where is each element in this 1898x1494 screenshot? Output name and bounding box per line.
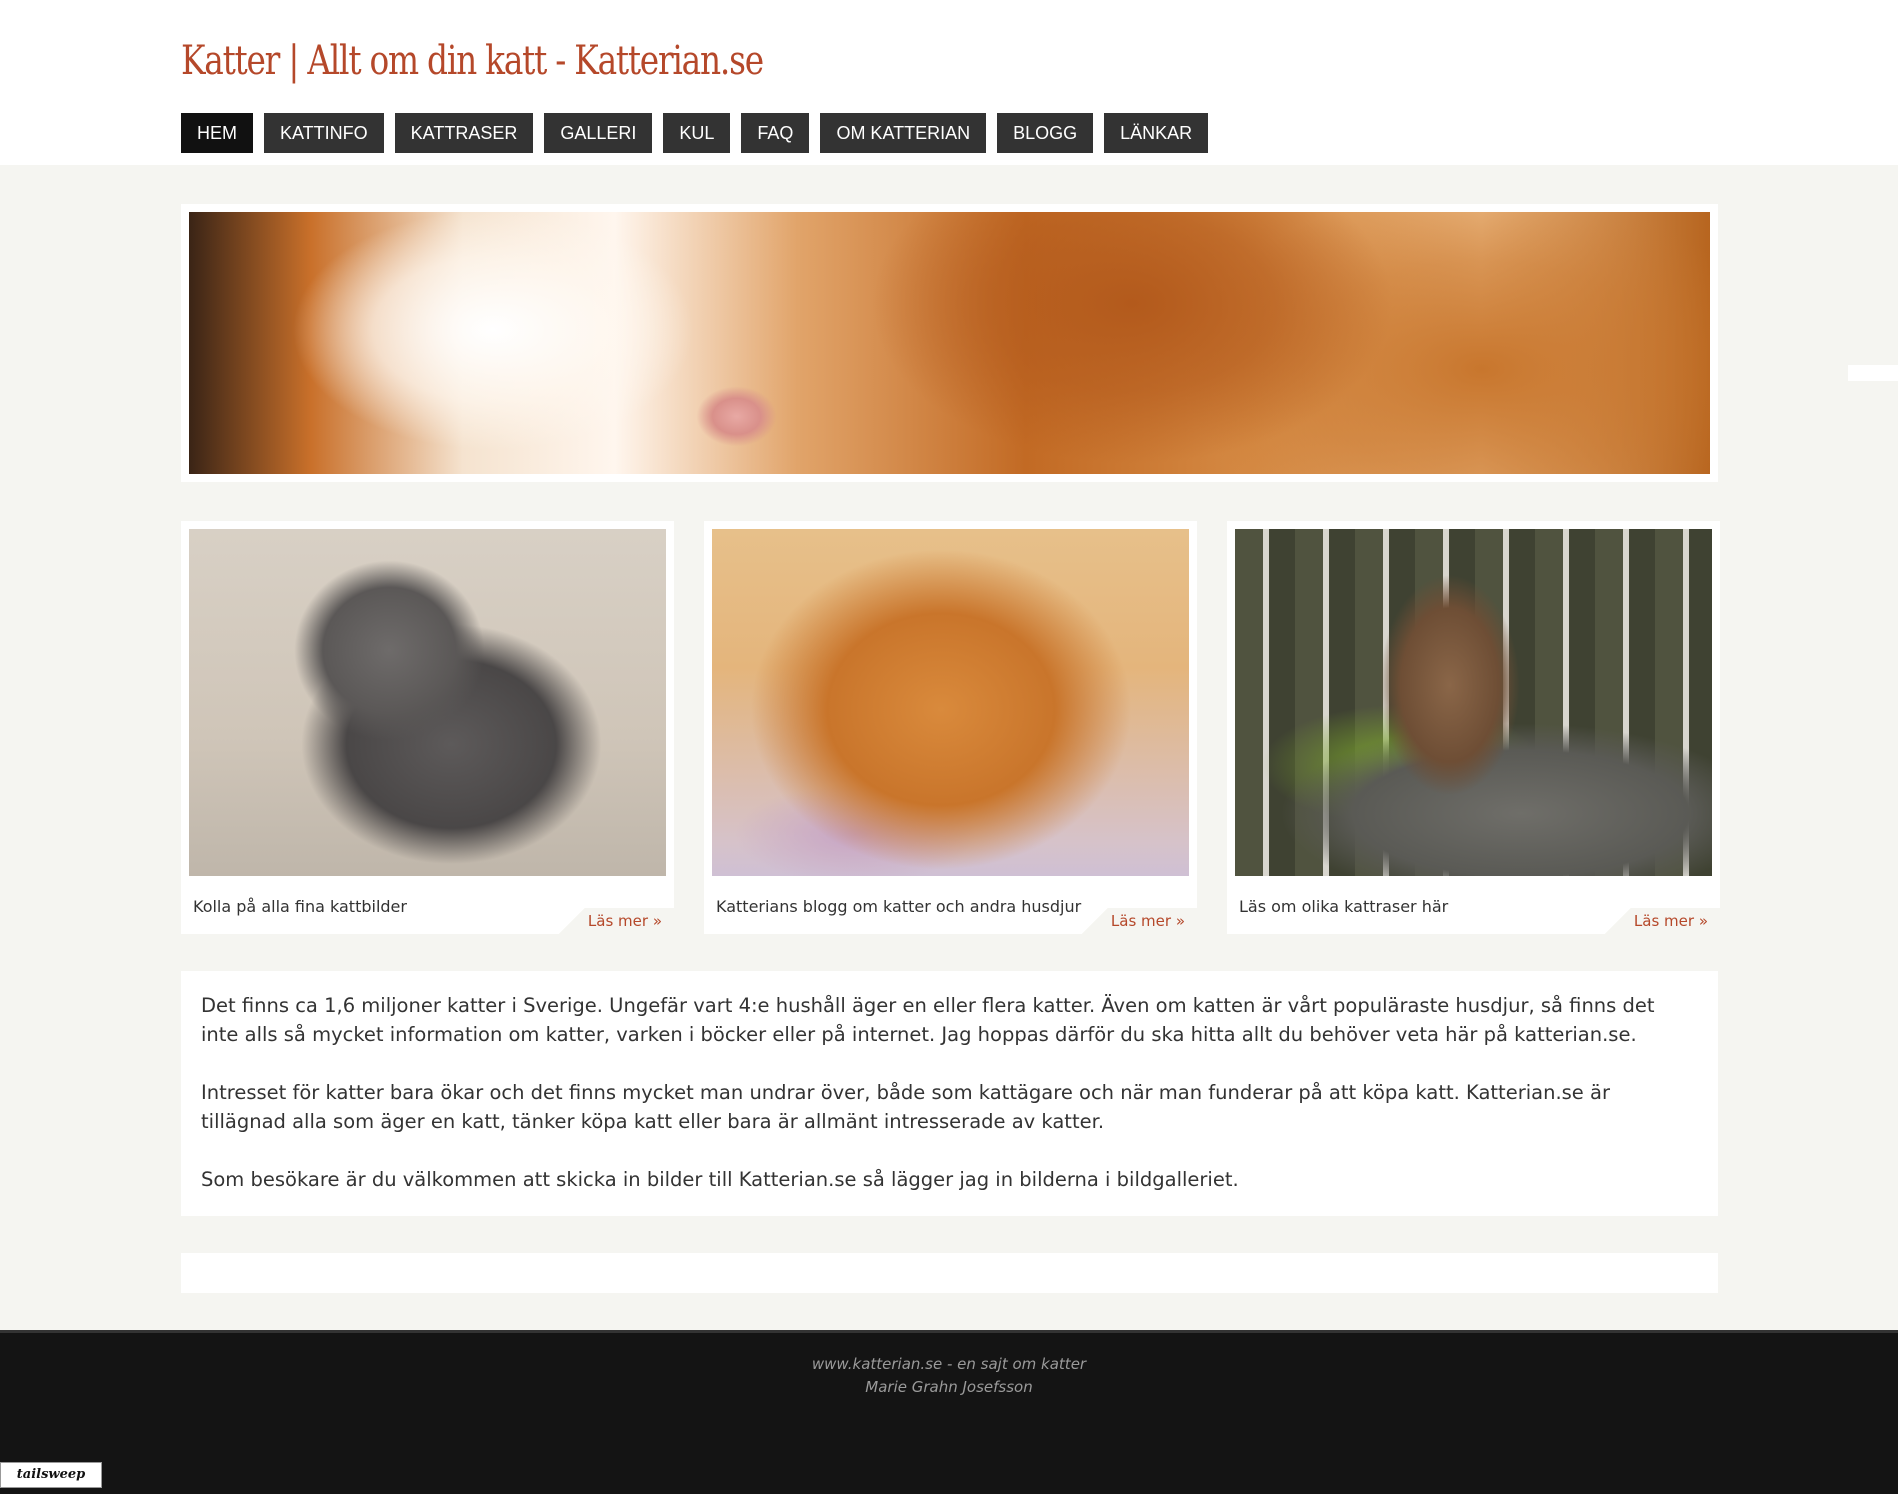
site-header: Katter | Allt om din katt - Katterian.se…: [0, 0, 1898, 165]
site-footer: www.katterian.se - en sajt om katter Mar…: [0, 1330, 1898, 1494]
nav-item-hem[interactable]: HEM: [181, 113, 253, 153]
card-caption: Katterians blogg om katter och andra hus…: [716, 897, 1082, 916]
card-caption: Läs om olika kattraser här: [1239, 897, 1449, 916]
intro-paragraph: Det finns ca 1,6 miljoner katter i Sveri…: [201, 994, 1655, 1046]
intro-paragraph: Intresset för katter bara ökar och det f…: [201, 1081, 1610, 1133]
grey-tabby-cat-photo[interactable]: [189, 529, 666, 876]
side-tab[interactable]: [1848, 365, 1898, 381]
main-nav: HEM KATTINFO KATTRASER GALLERI KUL FAQ O…: [181, 113, 1209, 153]
bengal-cat-forest-photo[interactable]: [1235, 529, 1712, 876]
feature-card-gallery: Kolla på alla fina kattbilder Läs mer »: [181, 521, 674, 934]
read-more-link[interactable]: Läs mer »: [1593, 908, 1720, 934]
intro-paragraph: Som besökare är du välkommen att skicka …: [201, 1168, 1239, 1191]
nav-item-blogg[interactable]: BLOGG: [997, 113, 1094, 153]
nav-item-galleri[interactable]: GALLERI: [544, 113, 653, 153]
orange-cat-banner-image: [189, 212, 1710, 474]
nav-item-lankar[interactable]: LÄNKAR: [1104, 113, 1209, 153]
feature-card-breeds: Läs om olika kattraser här Läs mer »: [1227, 521, 1720, 934]
orange-cat-upside-down-photo[interactable]: [712, 529, 1189, 876]
card-caption: Kolla på alla fina kattbilder: [193, 897, 407, 916]
nav-item-kattinfo[interactable]: KATTINFO: [264, 113, 384, 153]
nav-item-kattraser[interactable]: KATTRASER: [394, 113, 534, 153]
feature-card-blog: Katterians blogg om katter och andra hus…: [704, 521, 1197, 934]
read-more-link[interactable]: Läs mer »: [1070, 908, 1197, 934]
footer-site-line: www.katterian.se - en sajt om katter: [811, 1355, 1087, 1373]
nav-item-faq[interactable]: FAQ: [741, 113, 810, 153]
intro-text-box: Det finns ca 1,6 miljoner katter i Sveri…: [181, 971, 1718, 1216]
hero-banner: [181, 204, 1718, 482]
nav-item-om-katterian[interactable]: OM KATTERIAN: [820, 113, 987, 153]
footer-author-line: Marie Grahn Josefsson: [865, 1378, 1033, 1396]
site-title[interactable]: Katter | Allt om din katt - Katterian.se: [181, 38, 764, 84]
empty-widget-box: [181, 1253, 1718, 1293]
read-more-link[interactable]: Läs mer »: [547, 908, 674, 934]
nav-item-kul[interactable]: KUL: [663, 113, 731, 153]
tailsweep-badge[interactable]: tailsweep: [0, 1462, 102, 1488]
